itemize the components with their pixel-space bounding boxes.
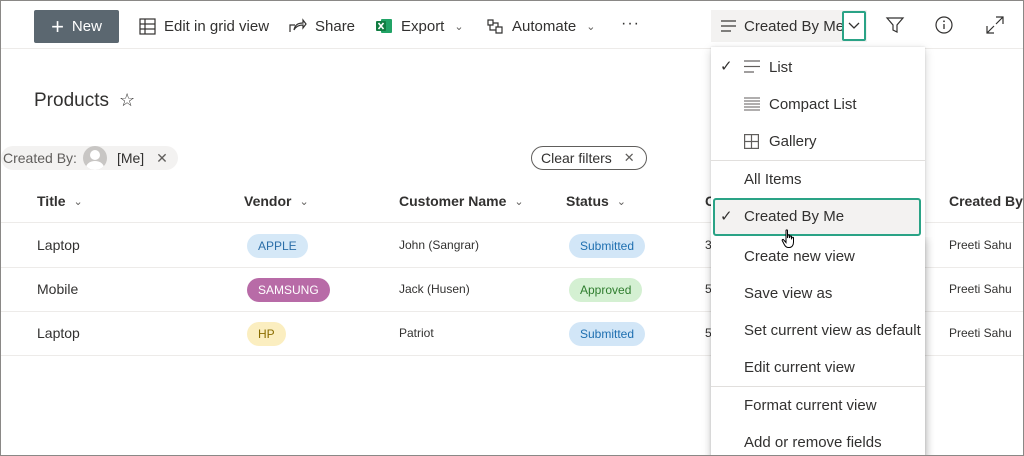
more-icon: ···: [621, 15, 640, 32]
share-label: Share: [315, 17, 356, 35]
menu-item-gallery[interactable]: Gallery: [711, 123, 925, 160]
menu-item-edit-current-view[interactable]: Edit current view: [711, 349, 925, 386]
menu-item-label: Create new view: [744, 248, 855, 265]
excel-icon: [376, 19, 392, 33]
edit-grid-view-button[interactable]: Edit in grid view: [139, 14, 269, 38]
grid-icon: [139, 17, 156, 35]
chevron-down-icon: ⌄: [514, 195, 524, 208]
column-header-label: Created By: [949, 193, 1023, 209]
filter-icon[interactable]: [885, 15, 905, 35]
compact-list-icon: [744, 97, 760, 111]
chevron-down-icon: ⌄: [616, 195, 627, 208]
menu-item-label: Gallery: [769, 133, 817, 150]
edit-grid-view-label: Edit in grid view: [164, 17, 270, 35]
chevron-down-icon: ⌄: [454, 20, 464, 33]
menu-item-created-by-me[interactable]: ✓ Created By Me: [713, 198, 921, 236]
cell-title: Laptop: [37, 325, 80, 341]
menu-item-label: Set current view as default: [744, 322, 921, 339]
page-title: Products: [34, 90, 109, 111]
star-icon[interactable]: ☆: [119, 90, 135, 111]
menu-item-save-view-as[interactable]: Save view as: [711, 275, 925, 312]
cell-created-by: Preeti Sahu: [949, 326, 1012, 340]
cell-customer: Patriot: [399, 326, 434, 340]
chevron-down-icon: ⌄: [73, 195, 83, 208]
gallery-icon: [744, 134, 759, 149]
column-header-label: Customer Name: [399, 193, 507, 209]
cell-customer: John (Sangrar): [399, 238, 480, 252]
vendor-tag: HP: [247, 322, 286, 346]
menu-item-label: Add or remove fields: [744, 434, 882, 451]
automate-icon: [487, 18, 503, 34]
status-badge: Submitted: [569, 322, 646, 346]
column-header-title[interactable]: Title ⌄: [37, 193, 83, 209]
export-label: Export: [401, 17, 445, 35]
view-selector[interactable]: Created By Me: [711, 10, 867, 42]
menu-item-all-items[interactable]: All Items: [711, 161, 925, 198]
checkmark-icon: ✓: [720, 58, 733, 75]
filter-label: Created By:: [3, 150, 77, 166]
command-bar: + New Edit in grid view Share Export ⌄ A…: [1, 1, 1023, 49]
column-header-vendor[interactable]: Vendor ⌄: [244, 193, 309, 209]
new-button[interactable]: + New: [34, 10, 119, 43]
clear-filters-label: Clear filters: [541, 150, 612, 166]
automate-label: Automate: [512, 17, 577, 35]
menu-item-list[interactable]: ✓ List: [711, 49, 925, 86]
share-icon: [289, 18, 307, 32]
filter-value: [Me]: [116, 150, 145, 166]
hand-cursor-icon: [781, 229, 794, 248]
menu-item-label: Compact List: [769, 96, 857, 113]
cell-customer: Jack (Husen): [399, 282, 470, 296]
cell-title: Laptop: [37, 237, 80, 253]
clear-filters-button[interactable]: Clear filters ✕: [531, 146, 647, 170]
status-badge: Approved: [569, 278, 643, 302]
cell-created-by: Preeti Sahu: [949, 282, 1012, 296]
column-header-label: Vendor: [244, 193, 292, 209]
status-badge: Submitted: [569, 234, 646, 258]
menu-item-label: All Items: [744, 171, 802, 188]
cell-created-by: Preeti Sahu: [949, 238, 1012, 252]
menu-item-label: List: [769, 59, 793, 76]
menu-item-format-current-view[interactable]: Format current view: [711, 387, 925, 424]
column-header-label: Title: [37, 193, 66, 209]
menu-item-compact-list[interactable]: Compact List: [711, 86, 925, 123]
menu-item-create-new-view[interactable]: Create new view: [711, 238, 925, 275]
chevron-down-icon: ⌄: [299, 195, 309, 208]
new-button-label: New: [71, 18, 102, 35]
info-icon[interactable]: [934, 15, 954, 35]
cell-title: Mobile: [37, 281, 79, 297]
close-icon: ✕: [623, 150, 635, 165]
column-header-status[interactable]: Status ⌄: [566, 193, 626, 209]
chevron-down-icon: [848, 22, 860, 29]
menu-item-label: Format current view: [744, 397, 877, 414]
menu-item-set-default[interactable]: Set current view as default: [711, 312, 925, 349]
share-button[interactable]: Share: [289, 14, 355, 38]
menu-item-label: Save view as: [744, 285, 833, 302]
vendor-tag: APPLE: [247, 234, 308, 258]
menu-item-add-remove-fields[interactable]: Add or remove fields: [711, 424, 925, 455]
list-icon: [744, 60, 760, 73]
view-selector-label: Created By Me: [744, 17, 845, 35]
created-by-filter-pill: Created By: [Me] ✕: [1, 146, 178, 170]
chevron-down-icon: ⌄: [586, 20, 596, 33]
view-selector-dropdown[interactable]: [842, 11, 866, 41]
column-header-customer-name[interactable]: Customer Name ⌄: [399, 193, 524, 209]
app-frame: + New Edit in grid view Share Export ⌄ A…: [0, 0, 1024, 456]
column-header-label: Status: [566, 193, 609, 209]
export-button[interactable]: Export ⌄: [376, 14, 464, 38]
list-icon: [721, 20, 736, 32]
remove-filter-icon[interactable]: ✕: [156, 150, 168, 167]
checkmark-icon: ✓: [720, 208, 733, 225]
column-header-created-by[interactable]: Created By: [949, 193, 1023, 209]
menu-item-label: Created By Me: [744, 208, 845, 225]
vendor-tag: SAMSUNG: [247, 278, 330, 302]
automate-button[interactable]: Automate ⌄: [486, 14, 595, 38]
view-options-menu-lower: Create new view Save view as Set current…: [711, 237, 925, 455]
more-button[interactable]: ···: [621, 12, 640, 36]
menu-item-label: Edit current view: [744, 359, 855, 376]
plus-icon: +: [51, 13, 64, 39]
avatar: [82, 146, 107, 170]
expand-icon[interactable]: [985, 15, 1005, 35]
